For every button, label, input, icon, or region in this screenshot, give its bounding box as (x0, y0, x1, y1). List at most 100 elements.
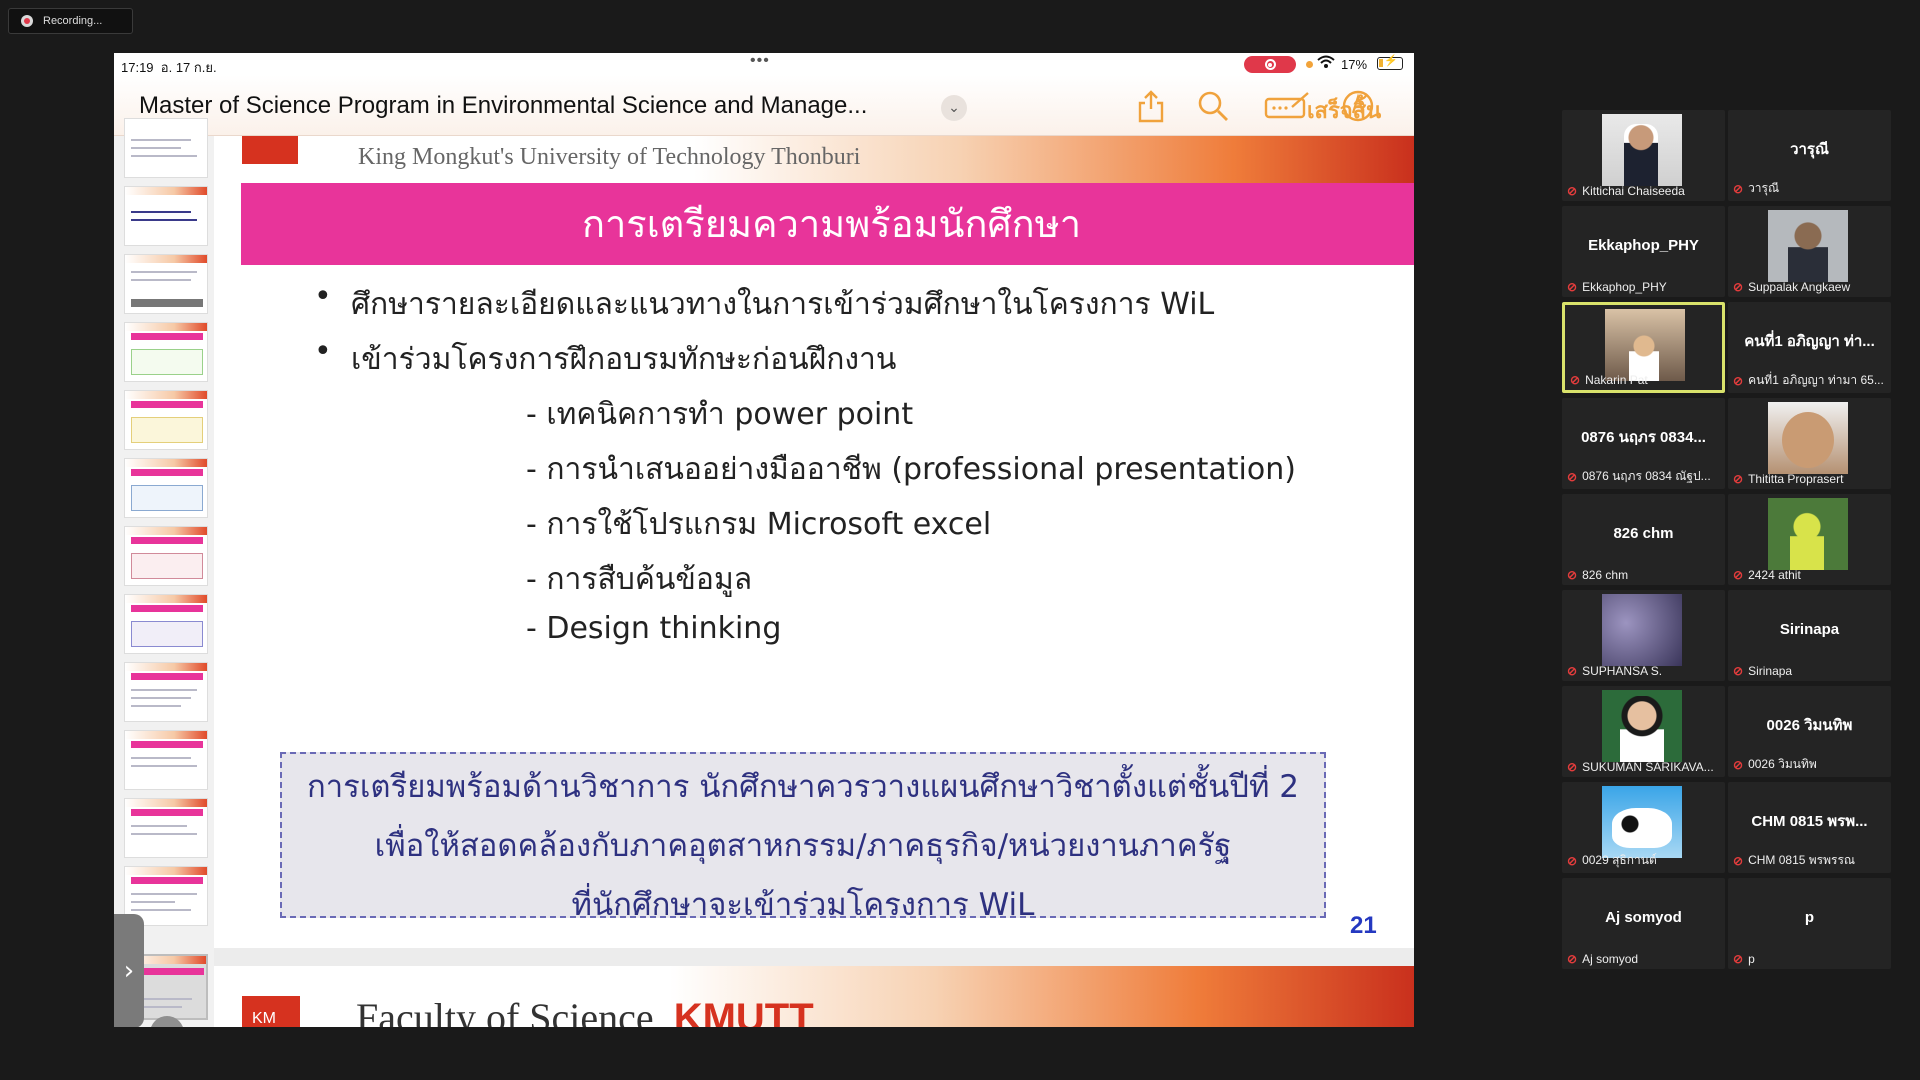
participant-name-label: ⊘ คนที่1 อภิญญา ท่ามา 65... (1733, 371, 1887, 390)
mic-muted-icon: ⊘ (1733, 373, 1744, 388)
participant-name-label: ⊘ SUKUMAN SARIKAVA... (1567, 760, 1721, 774)
participant-display-name: Sirinapa (1779, 620, 1840, 638)
participant-name-label: ⊘ CHM 0815 พรพรรณ (1733, 851, 1887, 870)
thumbnail-sidebar[interactable]: › ••• (114, 118, 214, 1027)
slide-thumbnail[interactable] (124, 730, 208, 790)
screen-record-icon (1244, 56, 1296, 73)
participant-video (1602, 690, 1682, 762)
participant-tile[interactable]: ⊘ 0029 สุธิกานต์ (1562, 782, 1725, 873)
participant-name-label: ⊘ Thititta Proprasert (1733, 472, 1887, 486)
record-icon (21, 15, 33, 27)
participant-name: p (1748, 952, 1755, 966)
participant-video (1602, 786, 1682, 858)
participant-display-name: p (1804, 908, 1815, 926)
faculty-logo (242, 136, 298, 164)
participant-tile[interactable]: ⊘ Nakarin Pat (1562, 302, 1725, 393)
participant-name-label: ⊘ p (1733, 952, 1887, 966)
slide-viewer[interactable]: King Mongkut's University of Technology … (214, 136, 1414, 1027)
participant-tile[interactable]: Ekkaphop_PHY ⊘ Ekkaphop_PHY (1562, 206, 1725, 297)
participant-name: Nakarin Pat (1585, 373, 1648, 387)
search-icon[interactable] (1196, 89, 1230, 123)
participant-video (1602, 114, 1682, 186)
participant-display-name: 0026 วิมนทิพ (1766, 717, 1853, 734)
mic-muted-icon: ⊘ (1733, 280, 1744, 294)
participant-tile[interactable]: ⊘ Suppalak Angkaew (1728, 206, 1891, 297)
slide-thumbnail[interactable] (124, 526, 208, 586)
participant-video (1768, 210, 1848, 282)
participant-name-label: ⊘ Suppalak Angkaew (1733, 280, 1887, 294)
participant-tile[interactable]: ⊘ SUKUMAN SARIKAVA... (1562, 686, 1725, 777)
chevron-right-icon[interactable]: › (114, 914, 144, 1027)
slide-thumbnail[interactable] (124, 118, 208, 178)
callout-line: เพื่อให้สอดคล้องกับภาคอุตสาหกรรม/ภาคธุรก… (374, 828, 1232, 864)
current-slide: King Mongkut's University of Technology … (214, 136, 1414, 948)
slide-title-bar: การเตรียมความพร้อมนักศึกษา (241, 183, 1414, 265)
slide-thumbnail[interactable] (124, 186, 208, 246)
participant-tile[interactable]: ⊘ Kittichai Chaiseeda (1562, 110, 1725, 201)
chevron-down-icon[interactable]: ⌄ (941, 95, 967, 121)
participant-tile[interactable]: 0876 นฤภร 0834... ⊘ 0876 นฤภร 0834 ณัฐป... (1562, 398, 1725, 489)
bullet-item: เข้าร่วมโครงการฝึกอบรมทักษะก่อนฝึกงาน (314, 334, 1296, 391)
participant-tile[interactable]: คนที่1 อภิญญา ท่า... ⊘ คนที่1 อภิญญา ท่ามา… (1728, 302, 1891, 393)
share-icon[interactable] (1134, 89, 1168, 123)
participant-display-name: วารุณี (1790, 141, 1829, 158)
participant-tile[interactable]: p ⊘ p (1728, 878, 1891, 969)
multitask-dots-icon[interactable]: ••• (750, 53, 770, 70)
annotate-icon[interactable] (1264, 89, 1310, 123)
kmutt-logo: KM (242, 996, 300, 1027)
participant-name: SUKUMAN SARIKAVA... (1582, 760, 1714, 774)
participant-video (1768, 402, 1848, 474)
mic-muted-icon: ⊘ (1570, 373, 1581, 387)
reader-toolbar: Master of Science Program in Environment… (114, 75, 1414, 136)
mic-muted-icon: ⊘ (1733, 757, 1744, 772)
recording-indicator[interactable]: Recording... (8, 8, 133, 34)
slide-thumbnail[interactable] (124, 322, 208, 382)
participant-name: 0026 วิมนทิพ (1748, 757, 1817, 771)
participant-tile[interactable]: Aj somyod ⊘ Aj somyod (1562, 878, 1725, 969)
participant-display-name: 826 chm (1613, 524, 1674, 542)
participant-video (1605, 309, 1685, 381)
mic-muted-icon: ⊘ (1567, 760, 1578, 774)
participant-tile[interactable]: ⊘ 2424 athit (1728, 494, 1891, 585)
participant-name: Aj somyod (1582, 952, 1639, 966)
participant-tile[interactable]: CHM 0815 พรพ... ⊘ CHM 0815 พรพรรณ (1728, 782, 1891, 873)
participant-display-name: 0876 นฤภร 0834... (1581, 429, 1706, 446)
shared-screen: 17:19 อ. 17 ก.ย. ••• 17% Master of Scien… (114, 53, 1414, 1027)
document-title[interactable]: Master of Science Program in Environment… (139, 92, 867, 120)
slide-thumbnail[interactable] (124, 594, 208, 654)
participant-name: Suppalak Angkaew (1748, 280, 1851, 294)
slide-thumbnail[interactable] (124, 390, 208, 450)
participant-name: 0029 สุธิกานต์ (1582, 853, 1657, 867)
participant-name: SUPHANSA S. (1582, 664, 1663, 678)
participant-display-name: Ekkaphop_PHY (1588, 236, 1699, 254)
participant-tile[interactable]: ⊘ SUPHANSA S. (1562, 590, 1725, 681)
mic-indicator-icon (1306, 61, 1313, 68)
sub-bullet-item: - Design thinking (526, 611, 782, 646)
participant-display-name: Aj somyod (1605, 908, 1682, 926)
battery-percent: 17% (1341, 57, 1368, 72)
participant-tile[interactable]: ⊘ Thititta Proprasert (1728, 398, 1891, 489)
ipad-status-bar: 17:19 อ. 17 ก.ย. ••• 17% (114, 53, 1414, 75)
participant-display-name: CHM 0815 พรพ... (1751, 813, 1868, 830)
participant-name-label: ⊘ วารุณี (1733, 179, 1887, 198)
participant-name-label: ⊘ Aj somyod (1567, 952, 1721, 966)
participant-name-label: ⊘ 826 chm (1567, 568, 1721, 582)
done-button[interactable]: เสร็จสิ้น (1307, 93, 1381, 128)
participant-tile[interactable]: 826 chm ⊘ 826 chm (1562, 494, 1725, 585)
callout-line: ที่นักศึกษาจะเข้าร่วมโครงการ WiL (571, 887, 1035, 923)
participant-tile[interactable]: Sirinapa ⊘ Sirinapa (1728, 590, 1891, 681)
slide-thumbnail[interactable] (124, 458, 208, 518)
participant-name-label: ⊘ 0029 สุธิกานต์ (1567, 851, 1721, 870)
participant-tile[interactable]: วารุณี ⊘ วารุณี (1728, 110, 1891, 201)
mic-muted-icon: ⊘ (1567, 184, 1578, 198)
slide-thumbnail[interactable] (124, 798, 208, 858)
faculty-logo-text (304, 136, 354, 156)
participant-name-label: ⊘ 0026 วิมนทิพ (1733, 755, 1887, 774)
bullet-item: ศึกษารายละเอียดและแนวทางในการเข้าร่วมศึก… (314, 279, 1296, 336)
slide-thumbnail[interactable] (124, 254, 208, 314)
sub-bullet-item: - การนำเสนออย่างมืออาชีพ (professional p… (526, 452, 1296, 487)
mic-muted-icon: ⊘ (1733, 952, 1744, 966)
slide-thumbnail[interactable] (124, 662, 208, 722)
sub-bullet-item: - เทคนิคการทำ power point (526, 397, 914, 432)
participant-tile[interactable]: 0026 วิมนทิพ ⊘ 0026 วิมนทิพ (1728, 686, 1891, 777)
